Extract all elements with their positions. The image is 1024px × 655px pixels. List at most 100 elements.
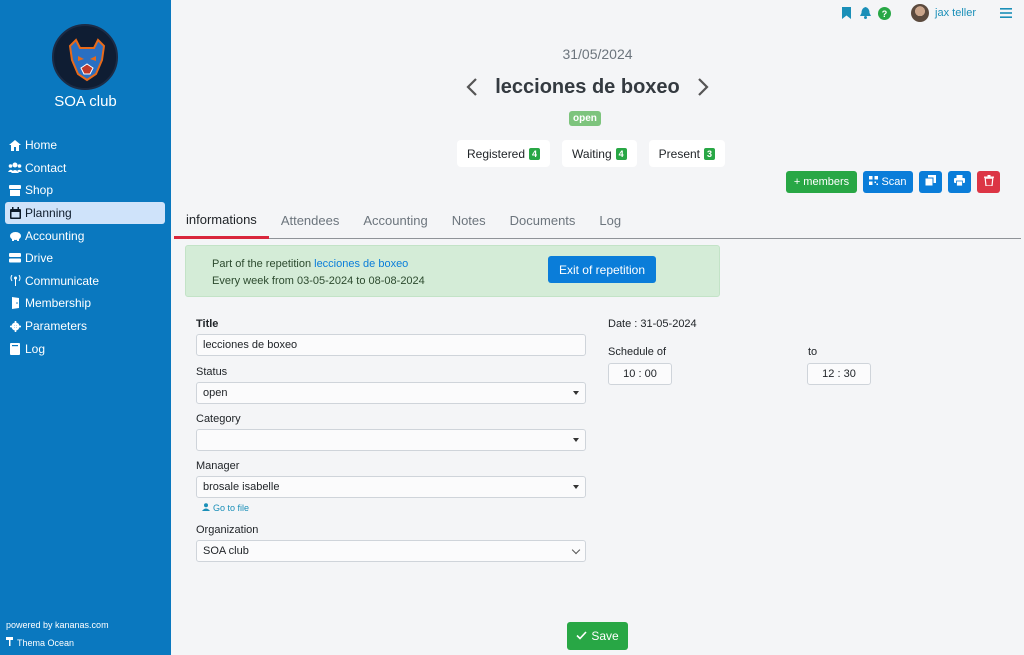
user-name[interactable]: jax teller [935,7,976,19]
bookmark-icon[interactable] [840,7,853,20]
copy-icon [924,175,936,189]
home-icon [8,139,22,151]
manager-select[interactable]: brosale isabelle [196,476,586,498]
count-badge: 4 [529,147,541,160]
store-icon [8,184,22,196]
tab-bar: informations Attendees Accounting Notes … [174,202,1021,239]
next-arrow-icon[interactable] [696,77,710,97]
exit-repetition-button[interactable]: Exit of repetition [548,256,656,283]
qr-code-icon [869,176,879,188]
help-icon[interactable]: ? [878,6,892,20]
counter-label: Present [658,146,700,161]
users-icon [8,162,22,174]
user-icon [202,503,210,513]
action-toolbar: + members Scan [786,171,1000,193]
paint-roller-icon [6,637,14,648]
caret-down-icon [573,438,579,442]
date-text: Date : 31-05-2024 [608,318,697,330]
count-badge: 3 [704,147,716,160]
sidebar-item-shop[interactable]: Shop [5,179,165,202]
scan-label: Scan [881,176,907,188]
organization-select[interactable]: SOA club [196,540,586,562]
tab-documents[interactable]: Documents [498,202,588,238]
door-icon [8,297,22,310]
tab-informations[interactable]: informations [174,202,269,239]
status-badge: open [569,111,601,126]
event-date: 31/05/2024 [562,46,633,62]
manager-label: Manager [196,460,240,472]
sidebar-item-contact[interactable]: Contact [5,157,165,180]
tab-attendees[interactable]: Attendees [269,202,352,238]
counter-label: Registered [467,146,526,161]
event-title: lecciones de boxeo [495,75,680,98]
repetition-text: Part of the repetition lecciones de boxe… [212,258,408,270]
repetition-alert: Part of the repetition lecciones de boxe… [185,245,720,297]
club-logo[interactable] [52,24,118,90]
schedule-to-input[interactable]: 12 : 30 [807,363,871,385]
chevron-down-icon [571,545,581,554]
delete-button[interactable] [977,171,1000,193]
bell-icon[interactable] [859,7,872,20]
sidebar-item-membership[interactable]: Membership [5,292,165,315]
category-label: Category [196,413,241,425]
count-badge: 4 [615,147,627,160]
sidebar-item-label: Planning [25,206,72,221]
counter-waiting[interactable]: Waiting 4 [562,140,637,167]
sidebar-item-home[interactable]: Home [5,134,165,157]
previous-arrow-icon[interactable] [465,77,479,97]
sidebar-item-label: Drive [25,251,54,266]
tab-log[interactable]: Log [587,202,633,238]
print-button[interactable] [948,171,971,193]
repetition-link[interactable]: lecciones de boxeo [314,258,408,270]
title-label: Title [196,318,219,330]
tab-accounting[interactable]: Accounting [351,202,439,238]
go-to-file-label: Go to file [213,503,250,513]
theme-label: Thema Ocean [17,637,75,648]
manager-value: brosale isabelle [203,481,280,493]
save-label: Save [591,629,619,643]
sidebar-nav: Home Contact Shop Planning Accounting Dr… [5,134,165,360]
attendance-counters: Registered 4 Waiting 4 Present 3 [457,140,726,167]
powered-by-text[interactable]: powered by kananas.com [6,620,109,630]
title-value: lecciones de boxeo [203,339,298,351]
title-input[interactable]: lecciones de boxeo [196,334,586,356]
svg-text:?: ? [882,9,888,19]
counter-present[interactable]: Present 3 [648,140,726,167]
trash-icon [983,175,994,189]
category-select[interactable] [196,429,586,451]
sidebar-item-planning[interactable]: Planning [5,201,165,225]
club-name: SOA club [54,93,117,110]
go-to-file-link[interactable]: Go to file [202,503,249,513]
caret-down-icon [573,485,579,489]
tab-notes[interactable]: Notes [440,202,498,238]
theme-selector[interactable]: Thema Ocean [6,637,74,648]
schedule-from-input[interactable]: 10 : 00 [608,363,672,385]
sidebar-item-label: Log [25,341,46,356]
repetition-prefix: Part of the repetition [212,258,315,270]
save-button[interactable]: Save [567,622,628,650]
add-members-button[interactable]: + members [786,171,857,193]
sidebar-item-drive[interactable]: Drive [5,247,165,270]
counter-registered[interactable]: Registered 4 [457,140,551,167]
printer-icon [954,175,965,189]
status-label: Status [196,366,228,378]
title-row: lecciones de boxeo [465,74,710,100]
sidebar-item-accounting[interactable]: Accounting [5,224,165,247]
avatar[interactable] [911,4,930,22]
menu-icon[interactable] [1000,7,1012,19]
broadcast-icon [8,275,22,287]
scan-button[interactable]: Scan [863,171,913,193]
sidebar-item-parameters[interactable]: Parameters [5,315,165,338]
check-icon [576,629,587,643]
sidebar-item-log[interactable]: Log [5,337,165,360]
drive-icon [8,252,22,264]
sidebar: SOA club Home Contact Shop Planning Acco… [0,0,171,655]
book-icon [8,342,22,355]
sidebar-item-label: Communicate [25,273,100,288]
repetition-schedule: Every week from 03-05-2024 to 08-08-2024 [212,275,425,287]
sidebar-item-communicate[interactable]: Communicate [5,270,165,293]
status-value: open [203,387,228,399]
status-select[interactable]: open [196,382,586,404]
duplicate-button[interactable] [919,171,942,193]
schedule-label: Schedule of [608,346,667,358]
